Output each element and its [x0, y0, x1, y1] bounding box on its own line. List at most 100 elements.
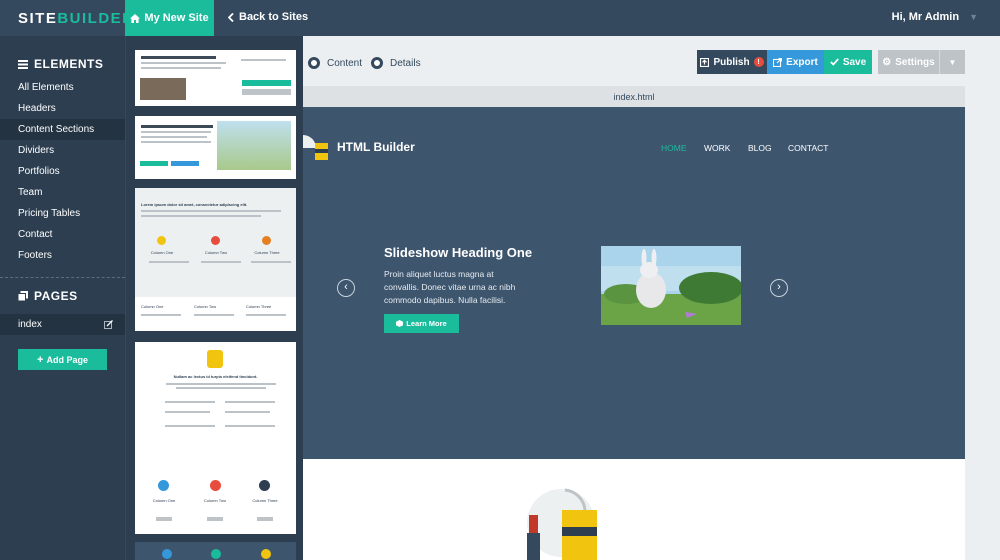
- brand-logo-icon: [303, 135, 328, 160]
- learn-more-button[interactable]: Learn More: [384, 314, 459, 333]
- sidebar-item-content-sections[interactable]: Content Sections: [0, 119, 125, 140]
- settings-dropdown-button[interactable]: ▼: [939, 50, 965, 74]
- page-item-label: index: [18, 319, 42, 330]
- edit-icon[interactable]: [104, 320, 113, 329]
- sidebar-item-all-elements[interactable]: All Elements: [0, 77, 125, 98]
- nav-link-home[interactable]: HOME: [661, 143, 687, 153]
- nav-link-work[interactable]: WORK: [704, 143, 730, 153]
- thumb-line: [251, 261, 291, 263]
- check-icon: [830, 58, 839, 66]
- thumb-icon: [211, 236, 220, 245]
- elements-list: All Elements Headers Content Sections Di…: [0, 77, 125, 266]
- gear-icon: ⚙: [882, 56, 892, 68]
- thumb-col-label: Column One: [150, 250, 174, 255]
- thumb-line: [225, 401, 275, 403]
- settings-button[interactable]: ⚙ Settings: [878, 50, 939, 74]
- thumb-col-label: Column Two: [194, 304, 217, 309]
- sidebar-item-team[interactable]: Team: [0, 182, 125, 203]
- radio-icon: [308, 57, 320, 69]
- thumb-button: [140, 161, 168, 166]
- file-name: index.html: [613, 91, 655, 102]
- publish-button[interactable]: Publish !: [697, 50, 767, 74]
- thumb-icon: [210, 480, 221, 491]
- thumb-line: [141, 314, 181, 316]
- elements-heading: ELEMENTS: [0, 54, 125, 74]
- thumb-line: [141, 67, 221, 69]
- sidebar-item-pricing-tables[interactable]: Pricing Tables: [0, 203, 125, 224]
- thumb-line: [141, 141, 211, 143]
- thumb-line: [241, 59, 286, 61]
- user-menu[interactable]: Hi, Mr Admin ▼: [892, 11, 978, 23]
- save-button[interactable]: Save: [824, 50, 872, 74]
- export-button[interactable]: Export: [767, 50, 824, 74]
- view-content-radio[interactable]: Content: [308, 57, 362, 69]
- thumb-icon: [259, 480, 270, 491]
- view-details-label: Details: [390, 57, 421, 69]
- brand-name: HTML Builder: [337, 140, 415, 154]
- thumb-line: [194, 314, 234, 316]
- block-thumbnail[interactable]: Column One Column Two Column Three: [135, 472, 296, 534]
- sidebar-divider: [0, 277, 125, 278]
- slide-heading: Slideshow Heading One: [384, 245, 533, 260]
- view-details-radio[interactable]: Details: [371, 57, 421, 69]
- sidebar: ELEMENTS All Elements Headers Content Se…: [0, 36, 125, 560]
- sidebar-item-headers[interactable]: Headers: [0, 98, 125, 119]
- hero-section[interactable]: HTML Builder HOME WORK BLOG CONTACT ‹ Sl…: [303, 107, 965, 459]
- learn-more-label: Learn More: [406, 319, 447, 328]
- pages-icon: [18, 291, 28, 301]
- thumb-icon: [262, 236, 271, 245]
- home-icon: [130, 13, 141, 23]
- thumb-button: [242, 89, 291, 95]
- sidebar-item-contact[interactable]: Contact: [0, 224, 125, 245]
- thumb-col-label: Column One: [141, 304, 164, 309]
- thumb-icon: [158, 480, 169, 491]
- app-logo[interactable]: SITEBUILDER: [18, 10, 135, 27]
- sidebar-item-dividers[interactable]: Dividers: [0, 140, 125, 161]
- thumb-icon: [261, 549, 271, 559]
- page-canvas[interactable]: HTML Builder HOME WORK BLOG CONTACT ‹ Sl…: [303, 107, 965, 560]
- thumb-col-label: Column Three: [254, 250, 280, 255]
- thumb-col-label: Column Two: [204, 250, 228, 255]
- thumb-line: [176, 387, 266, 389]
- user-greeting: Hi, Mr Admin: [891, 11, 960, 23]
- thumb-button: [156, 517, 172, 521]
- site-brand[interactable]: HTML Builder: [303, 133, 415, 161]
- back-to-sites-link[interactable]: Back to Sites: [228, 11, 308, 23]
- publish-label: Publish: [713, 56, 750, 68]
- slider-prev-arrow[interactable]: ‹: [337, 279, 355, 297]
- block-thumbnail[interactable]: [135, 542, 296, 560]
- thumb-line: [141, 210, 281, 212]
- alert-badge: !: [753, 57, 764, 67]
- top-bar: SITEBUILDER My New Site Back to Sites Hi…: [0, 0, 1000, 36]
- slider-next-arrow[interactable]: ›: [770, 279, 788, 297]
- caret-down-icon: ▼: [948, 57, 957, 67]
- chevron-left-icon: [228, 12, 234, 22]
- block-thumbnail-panel[interactable]: Lorem ipsum dolor sit amet, consectetur …: [125, 36, 303, 560]
- tab-my-new-site-label: My New Site: [144, 12, 209, 24]
- block-thumbnail[interactable]: Column One Column Two Column Three: [135, 297, 296, 331]
- add-page-label: Add Page: [46, 354, 88, 365]
- slide-image: [601, 246, 741, 325]
- nav-link-blog[interactable]: BLOG: [748, 143, 772, 153]
- tab-my-new-site[interactable]: My New Site: [125, 0, 214, 36]
- block-thumbnail[interactable]: [135, 50, 296, 106]
- block-thumbnail[interactable]: [135, 116, 296, 179]
- thumb-image: [140, 78, 186, 100]
- file-name-bar: index.html: [303, 86, 965, 107]
- thumb-line: [225, 411, 270, 413]
- thumb-button: [257, 517, 273, 521]
- pages-heading: PAGES: [0, 286, 125, 306]
- page-item-index[interactable]: index: [0, 314, 125, 335]
- nav-link-contact[interactable]: CONTACT: [788, 143, 828, 153]
- sidebar-item-portfolios[interactable]: Portfolios: [0, 161, 125, 182]
- thumb-col-label: Column One: [152, 498, 176, 503]
- thumb-line: [201, 261, 241, 263]
- thumb-line: [165, 401, 215, 403]
- radio-icon: [371, 57, 383, 69]
- add-page-button[interactable]: + Add Page: [18, 349, 107, 370]
- sidebar-item-footers[interactable]: Footers: [0, 245, 125, 266]
- thumb-line: [246, 314, 286, 316]
- settings-label: Settings: [895, 56, 935, 68]
- thumb-line: [141, 62, 226, 64]
- plus-icon: +: [37, 353, 44, 366]
